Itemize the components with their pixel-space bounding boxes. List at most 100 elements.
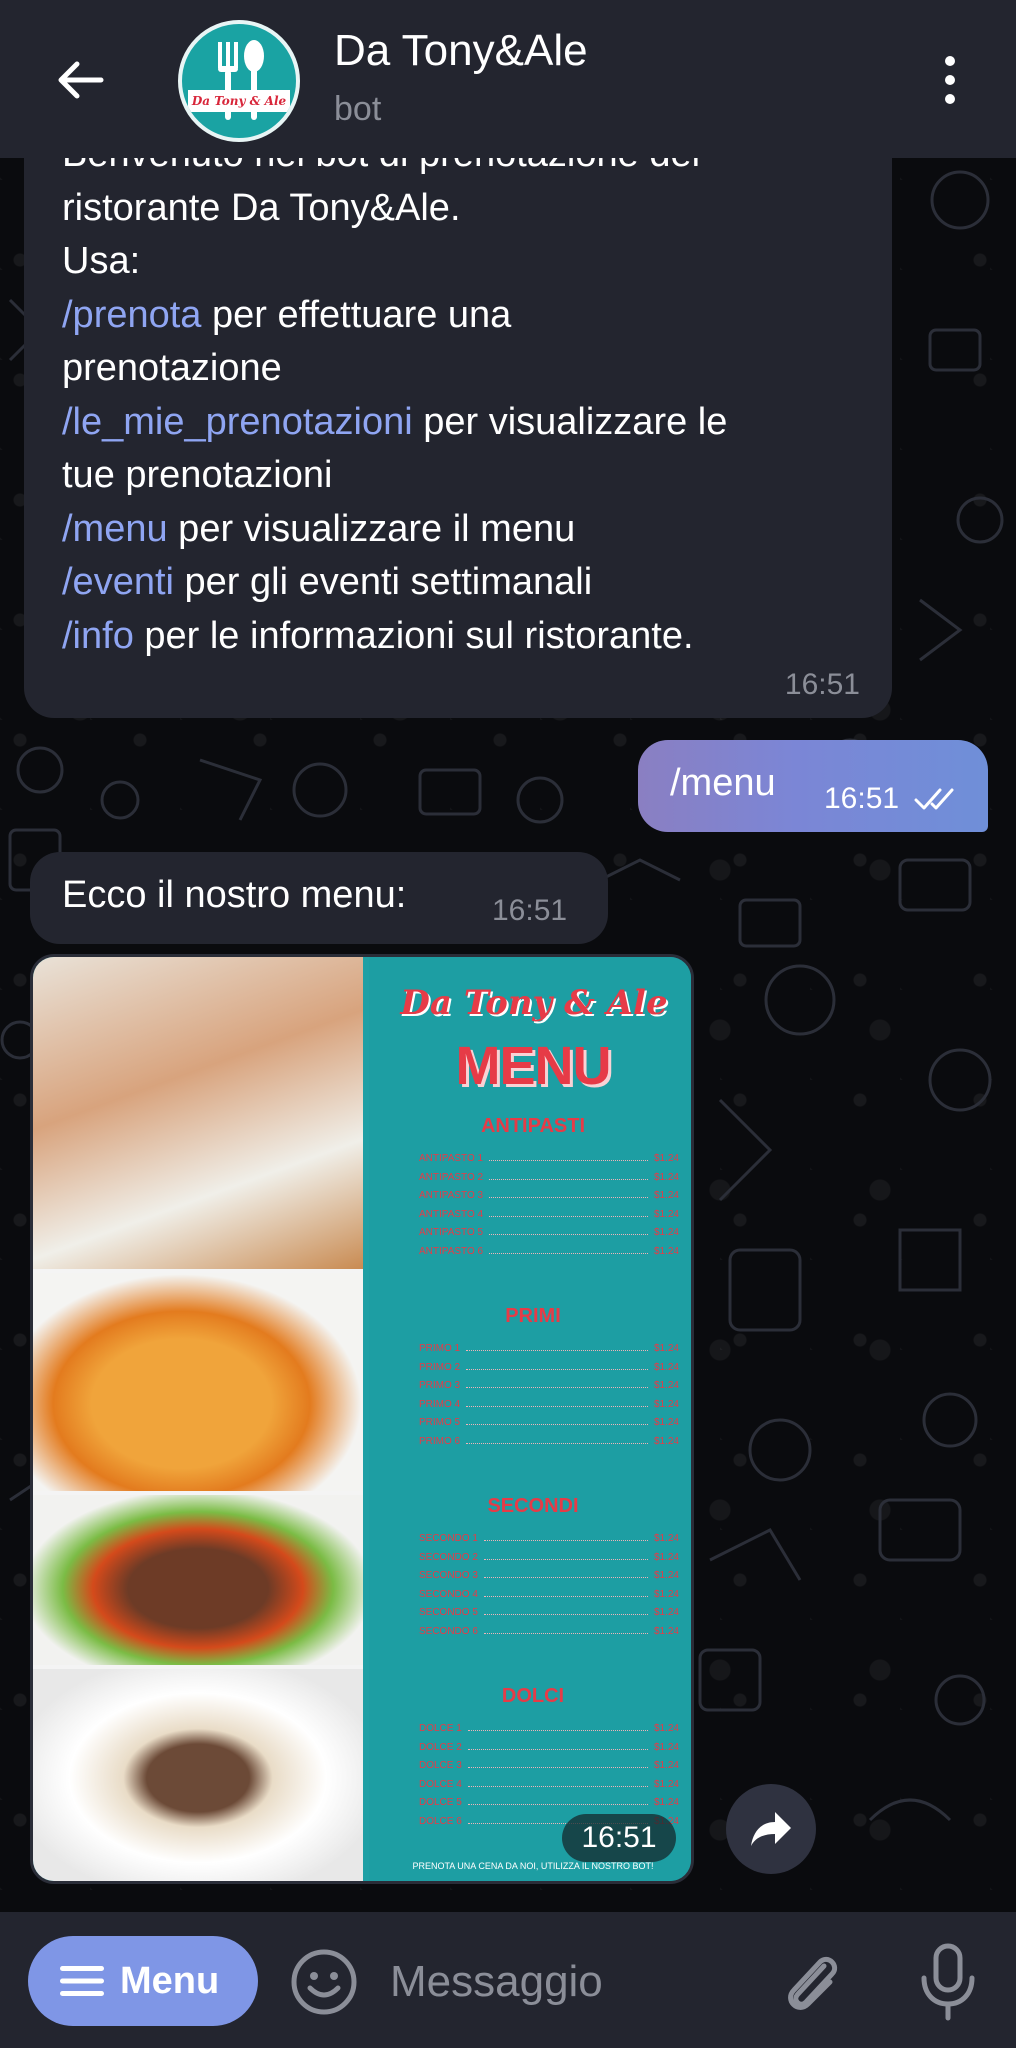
bot-command-link[interactable]: /info [62, 615, 134, 657]
message-time: 16:51 [492, 894, 568, 927]
menu-item-row: PRIMO 2 $1.24 [419, 1362, 679, 1373]
leader-dots [467, 1760, 648, 1768]
menu-item-price: $1.24 [653, 1435, 679, 1447]
menu-item-price: $1.24 [653, 1153, 679, 1164]
menu-item-label: DOLCE 6 [419, 1815, 462, 1827]
menu-section-title: SECONDI [487, 1495, 579, 1517]
leader-dots [489, 1209, 648, 1217]
message-text-segment: per gli eventi settimanali [184, 561, 593, 603]
menu-item-label: DOLCE 3 [419, 1760, 462, 1771]
menu-item-price: $1.24 [653, 1723, 679, 1734]
menu-item-price: $1.24 [653, 1417, 679, 1428]
menu-item-label: SECONDO 4 [419, 1588, 478, 1600]
menu-item-label: DOLCE 5 [419, 1797, 462, 1808]
incoming-message-menu-intro[interactable]: Ecco il nostro menu: 16:51 [30, 852, 608, 944]
chat-title[interactable]: Da Tony&Ale [334, 26, 588, 76]
menu-item-row: DOLCE 1 $1.24 [419, 1723, 679, 1734]
leader-dots [483, 1570, 648, 1578]
menu-item-row: ANTIPASTO 4 $1.24 [419, 1209, 679, 1220]
message-time: 16:51 [784, 668, 860, 701]
menu-brand: Da Tony & Ale [400, 983, 668, 1023]
menu-item-row: PRIMO 3 $1.24 [419, 1380, 679, 1391]
bot-menu-button[interactable]: Menu [28, 1936, 258, 2026]
menu-item-row: ANTIPASTO 3 $1.24 [419, 1190, 679, 1201]
menu-title: MENU [455, 1036, 612, 1096]
photo-time: 16:51 [562, 1814, 676, 1862]
leader-dots [467, 1797, 648, 1805]
menu-item-row: PRIMO 1 $1.24 [419, 1343, 679, 1354]
leader-dots [489, 1246, 648, 1254]
leader-dots [466, 1362, 648, 1370]
menu-item-row: SECONDO 3 $1.24 [419, 1570, 679, 1581]
menu-item-label: ANTIPASTO 2 [419, 1171, 484, 1183]
menu-section-title: PRIMI [505, 1305, 561, 1327]
leader-dots [483, 1533, 648, 1541]
menu-item-label: ANTIPASTO 5 [419, 1227, 484, 1238]
dessert-photo [33, 1669, 363, 1881]
message-text: /menu [670, 762, 776, 804]
leader-dots [489, 1227, 648, 1235]
back-button[interactable] [40, 48, 120, 112]
share-button[interactable] [726, 1784, 816, 1874]
leader-dots [467, 1779, 648, 1787]
microphone-icon [921, 1943, 975, 2021]
read-double-check-icon [914, 788, 954, 810]
restaurant-logo-icon [218, 40, 264, 120]
bot-command-link[interactable]: /le_mie_prenotazioni [62, 401, 413, 443]
steak-photo [33, 1495, 363, 1665]
menu-item-row: SECONDO 2 $1.24 [419, 1552, 679, 1563]
bot-command-link[interactable]: /menu [62, 508, 168, 550]
leader-dots [466, 1436, 648, 1444]
bot-command-link[interactable]: /eventi [62, 561, 174, 603]
bot-command-link[interactable]: /prenota [62, 294, 201, 336]
paperclip-icon [788, 1956, 838, 2010]
message-text-segment: Benvenuto nel bot di prenotazione del ri… [62, 158, 700, 282]
leader-dots [466, 1380, 648, 1388]
menu-item-label: SECONDO 1 [419, 1533, 478, 1544]
menu-item-label: PRIMO 6 [419, 1435, 461, 1447]
menu-item-price: $1.24 [653, 1171, 679, 1183]
menu-item-price: $1.24 [653, 1533, 679, 1544]
message-text: Ecco il nostro menu: [62, 874, 407, 916]
menu-item-price: $1.24 [653, 1797, 679, 1808]
menu-item-label: PRIMO 1 [419, 1343, 461, 1354]
microphone-button[interactable] [916, 1942, 980, 2022]
menu-item-label: DOLCE 1 [419, 1723, 462, 1734]
more-options-button[interactable] [930, 50, 970, 110]
menu-item-label: PRIMO 5 [419, 1417, 461, 1428]
menu-item-price: $1.24 [653, 1398, 679, 1410]
menu-item-row: ANTIPASTO 2 $1.24 [419, 1172, 679, 1183]
leader-dots [466, 1399, 648, 1407]
message-input[interactable] [390, 1952, 750, 2012]
menu-item-row: PRIMO 6 $1.24 [419, 1436, 679, 1447]
menu-item-row: SECONDO 4 $1.24 [419, 1589, 679, 1600]
attach-button[interactable] [780, 1948, 844, 2018]
leader-dots [489, 1153, 648, 1161]
menu-item-label: DOLCE 4 [419, 1778, 462, 1790]
menu-item-price: $1.24 [653, 1361, 679, 1373]
menu-item-row: PRIMO 5 $1.24 [419, 1417, 679, 1428]
leader-dots [466, 1417, 648, 1425]
leader-dots [467, 1742, 648, 1750]
appetizer-photo [33, 957, 363, 1269]
avatar[interactable]: Da Tony & Ale [178, 20, 300, 142]
menu-item-price: $1.24 [653, 1588, 679, 1600]
message-time: 16:51 [824, 782, 900, 815]
menu-item-row: DOLCE 2 $1.24 [419, 1742, 679, 1753]
menu-item-row: ANTIPASTO 6 $1.24 [419, 1246, 679, 1257]
emoji-button[interactable] [290, 1948, 358, 2016]
menu-section-title: DOLCI [501, 1685, 565, 1707]
pasta-photo [33, 1273, 363, 1491]
leader-dots [489, 1172, 648, 1180]
menu-panel: Da Tony & Ale MENU PRENOTA UNA CENA DA N… [369, 957, 691, 1881]
incoming-message-welcome[interactable]: Benvenuto nel bot di prenotazione del ri… [24, 158, 892, 718]
menu-item-label: DOLCE 2 [419, 1741, 462, 1753]
menu-item-label: SECONDO 5 [419, 1607, 478, 1618]
outgoing-message[interactable]: /menu 16:51 [638, 740, 988, 832]
menu-item-price: $1.24 [653, 1778, 679, 1790]
menu-item-price: $1.24 [653, 1625, 679, 1637]
menu-item-label: ANTIPASTO 4 [419, 1208, 484, 1220]
menu-item-label: ANTIPASTO 3 [419, 1190, 484, 1201]
menu-photo[interactable]: Da Tony & Ale MENU PRENOTA UNA CENA DA N… [30, 954, 694, 1884]
leader-dots [483, 1607, 648, 1615]
